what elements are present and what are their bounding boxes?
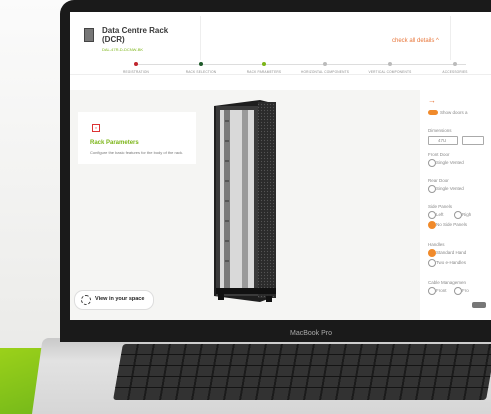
card-heading: Rack Parameters (90, 140, 139, 146)
rear-door-radio[interactable] (428, 185, 436, 193)
cable-front-radio[interactable] (428, 287, 436, 295)
keyboard (113, 344, 491, 400)
handle-two-radio[interactable] (428, 259, 436, 267)
step-dot[interactable] (134, 62, 138, 66)
step-dot[interactable] (262, 62, 266, 66)
info-card: × Rack Parameters Configure the basic fe… (78, 112, 196, 164)
step-dot[interactable] (388, 62, 392, 66)
side-right-radio[interactable] (454, 211, 462, 219)
step-dot[interactable] (453, 62, 457, 66)
handle-standard-radio[interactable] (428, 249, 436, 257)
front-door-radio[interactable] (428, 159, 436, 167)
dimension-select[interactable]: 47U (428, 136, 458, 145)
check-details-link[interactable]: check all details ^ (392, 38, 439, 44)
step-label: HORIZONTAL COMPONENTS (300, 70, 350, 74)
cable-fro-radio[interactable] (454, 287, 462, 295)
show-doors-toggle[interactable] (428, 110, 438, 115)
ar-icon (81, 295, 91, 305)
dimension-select-2[interactable] (462, 136, 484, 145)
card-text: Configure the basic features for the bod… (90, 150, 184, 155)
step-label: RACK SELECTION (185, 70, 217, 74)
step-label: RACK PARAMETERS (246, 70, 282, 74)
product-title: Data Centre Rack (DCR) (102, 26, 169, 44)
step-dot[interactable] (323, 62, 327, 66)
next-button[interactable] (472, 302, 486, 308)
rack-image[interactable] (212, 100, 278, 304)
step-label: ACCESSORIES (442, 70, 468, 74)
laptop-model-label: MacBook Pro (290, 330, 333, 337)
view-in-space-button[interactable]: View in your space (74, 290, 154, 310)
viewer-area: × Rack Parameters Configure the basic fe… (70, 90, 420, 320)
step-dot[interactable] (199, 62, 203, 66)
side-none-radio[interactable] (428, 221, 436, 229)
product-code: DAL-47R-D-DCNW-BK (102, 47, 144, 52)
header: Data Centre Rack (DCR) DAL-47R-D-DCNW-BK… (70, 12, 491, 75)
close-icon[interactable]: × (92, 124, 100, 132)
app-screen: Data Centre Rack (DCR) DAL-47R-D-DCNW-BK… (70, 12, 491, 320)
step-label: VERTICAL COMPONENTS (368, 70, 412, 74)
side-left-radio[interactable] (428, 211, 436, 219)
parameters-panel: → Show doors a Dimensions 47U Front Door… (426, 96, 491, 316)
step-label: REGISTRATION (122, 70, 150, 74)
arrow-icon[interactable]: → (428, 96, 436, 105)
rack-icon (84, 28, 94, 42)
